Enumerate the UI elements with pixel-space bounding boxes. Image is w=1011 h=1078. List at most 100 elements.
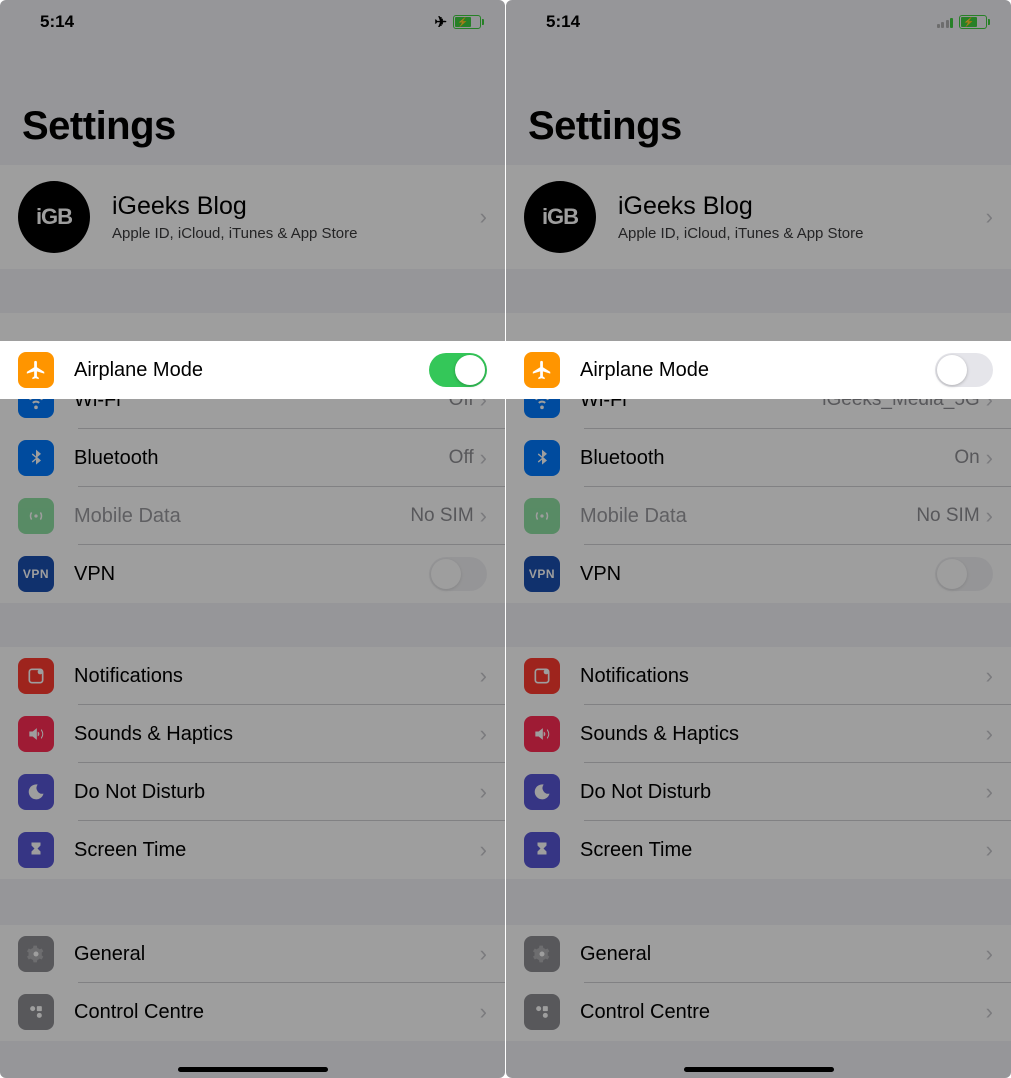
chevron-right-icon: › (480, 503, 487, 529)
mobile-data-label: Mobile Data (580, 505, 916, 528)
chevron-right-icon: › (480, 941, 487, 967)
chevron-right-icon: › (480, 204, 487, 230)
chevron-right-icon: › (480, 663, 487, 689)
airplane-mode-row[interactable]: Airplane Mode (506, 341, 1011, 399)
alerts-section: Notifications › Sounds & Haptics › Do No… (0, 647, 505, 879)
apple-id-row[interactable]: iGB iGeeks Blog Apple ID, iCloud, iTunes… (506, 165, 1011, 269)
phone-right: 5:14 ⚡ Settings iGB iGeeks Blog Apple ID… (506, 0, 1011, 1078)
screen-time-label: Screen Time (580, 839, 986, 862)
dnd-row[interactable]: Do Not Disturb › (506, 763, 1011, 821)
vpn-icon: VPN (524, 556, 560, 592)
apple-id-row[interactable]: iGB iGeeks Blog Apple ID, iCloud, iTunes… (0, 165, 505, 269)
chevron-right-icon: › (480, 445, 487, 471)
apple-id-subtitle: Apple ID, iCloud, iTunes & App Store (618, 225, 986, 242)
airplane-icon (524, 352, 560, 388)
general-label: General (580, 943, 986, 966)
sounds-label: Sounds & Haptics (580, 723, 986, 746)
screen-time-row[interactable]: Screen Time › (0, 821, 505, 879)
page-title: Settings (506, 44, 1011, 165)
notifications-label: Notifications (580, 665, 986, 688)
page-title: Settings (0, 44, 505, 165)
gear-icon (524, 936, 560, 972)
dnd-label: Do Not Disturb (580, 781, 986, 804)
vpn-row[interactable]: VPN VPN (506, 545, 1011, 603)
mobile-data-value: No SIM (410, 505, 473, 527)
chevron-right-icon: › (480, 837, 487, 863)
vpn-toggle[interactable] (935, 557, 993, 591)
notifications-row[interactable]: Notifications › (0, 647, 505, 705)
control-centre-row[interactable]: Control Centre › (506, 983, 1011, 1041)
mobile-data-label: Mobile Data (74, 505, 410, 528)
status-time: 5:14 (546, 12, 580, 32)
status-bar: 5:14 ✈︎ ⚡ (0, 0, 505, 44)
sounds-row[interactable]: Sounds & Haptics › (0, 705, 505, 763)
bluetooth-icon (18, 440, 54, 476)
apple-id-name: iGeeks Blog (618, 192, 986, 221)
moon-icon (18, 774, 54, 810)
signal-icon (937, 16, 954, 28)
control-centre-row[interactable]: Control Centre › (0, 983, 505, 1041)
chevron-right-icon: › (986, 204, 993, 230)
general-section: General › Control Centre › (0, 925, 505, 1041)
apple-id-section: iGB iGeeks Blog Apple ID, iCloud, iTunes… (0, 165, 505, 269)
bluetooth-value: On (954, 447, 979, 469)
general-row[interactable]: General › (0, 925, 505, 983)
vpn-label: VPN (580, 563, 935, 586)
vpn-row[interactable]: VPN VPN (0, 545, 505, 603)
hourglass-icon (524, 832, 560, 868)
chevron-right-icon: › (986, 999, 993, 1025)
control-centre-label: Control Centre (74, 1001, 480, 1024)
bluetooth-row[interactable]: Bluetooth On › (506, 429, 1011, 487)
chevron-right-icon: › (480, 721, 487, 747)
avatar: iGB (524, 181, 596, 253)
notifications-row[interactable]: Notifications › (506, 647, 1011, 705)
home-indicator (684, 1067, 834, 1072)
general-row[interactable]: General › (506, 925, 1011, 983)
dnd-row[interactable]: Do Not Disturb › (0, 763, 505, 821)
control-centre-icon (524, 994, 560, 1030)
chevron-right-icon: › (986, 445, 993, 471)
bluetooth-label: Bluetooth (74, 447, 449, 470)
airplane-mode-toggle[interactable] (935, 353, 993, 387)
moon-icon (524, 774, 560, 810)
airplane-icon: ✈︎ (434, 13, 447, 31)
apple-id-name: iGeeks Blog (112, 192, 480, 221)
chevron-right-icon: › (480, 779, 487, 805)
apple-id-subtitle: Apple ID, iCloud, iTunes & App Store (112, 225, 480, 242)
screen-time-label: Screen Time (74, 839, 480, 862)
chevron-right-icon: › (986, 663, 993, 689)
notifications-icon (18, 658, 54, 694)
phone-left: 5:14 ✈︎ ⚡ Settings iGB iGeeks Blog Apple… (0, 0, 505, 1078)
sounds-icon (18, 716, 54, 752)
dnd-label: Do Not Disturb (74, 781, 480, 804)
mobile-data-value: No SIM (916, 505, 979, 527)
alerts-section: Notifications › Sounds & Haptics › Do No… (506, 647, 1011, 879)
chevron-right-icon: › (480, 999, 487, 1025)
general-section: General › Control Centre › (506, 925, 1011, 1041)
airplane-mode-row[interactable]: Airplane Mode (0, 341, 505, 399)
vpn-icon: VPN (18, 556, 54, 592)
bluetooth-row[interactable]: Bluetooth Off › (0, 429, 505, 487)
mobile-data-row[interactable]: Mobile Data No SIM › (0, 487, 505, 545)
status-bar: 5:14 ⚡ (506, 0, 1011, 44)
airplane-mode-label: Airplane Mode (580, 359, 935, 382)
home-indicator (178, 1067, 328, 1072)
vpn-toggle[interactable] (429, 557, 487, 591)
sounds-label: Sounds & Haptics (74, 723, 480, 746)
airplane-mode-toggle[interactable] (429, 353, 487, 387)
gear-icon (18, 936, 54, 972)
chevron-right-icon: › (986, 837, 993, 863)
control-centre-icon (18, 994, 54, 1030)
bluetooth-label: Bluetooth (580, 447, 954, 470)
sounds-row[interactable]: Sounds & Haptics › (506, 705, 1011, 763)
battery-icon: ⚡ (453, 15, 481, 29)
cellular-icon (18, 498, 54, 534)
airplane-icon (18, 352, 54, 388)
vpn-label: VPN (74, 563, 429, 586)
control-centre-label: Control Centre (580, 1001, 986, 1024)
status-time: 5:14 (40, 12, 74, 32)
mobile-data-row[interactable]: Mobile Data No SIM › (506, 487, 1011, 545)
screen-time-row[interactable]: Screen Time › (506, 821, 1011, 879)
bluetooth-value: Off (449, 447, 474, 469)
airplane-mode-label: Airplane Mode (74, 359, 429, 382)
